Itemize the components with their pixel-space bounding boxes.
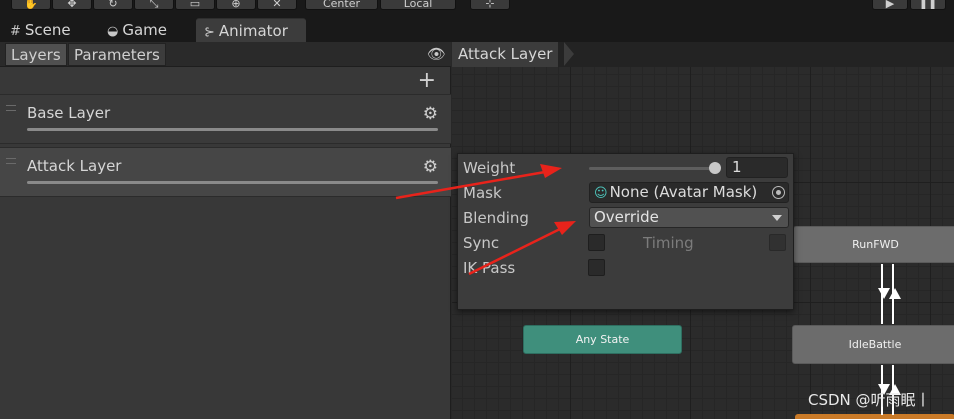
scale-icon: ⤡ xyxy=(149,0,159,9)
transform-tool-button[interactable]: ⊕ xyxy=(216,0,256,10)
unity-editor: ✋ ✥ ↻ ⤡ ▭ ⊕ ✕ Center Local ⊹ ▶ ❚❚ # Scene… xyxy=(0,0,954,419)
weight-slider[interactable] xyxy=(589,167,715,170)
layer-item-base[interactable]: Base Layer ⚙ xyxy=(0,94,451,144)
move-tool-button[interactable]: ✥ xyxy=(52,0,92,10)
mask-label: Mask xyxy=(463,184,502,202)
layer-name: Attack Layer xyxy=(27,157,122,175)
layer-weight-bar xyxy=(27,128,438,131)
gamepad-icon: ◒ xyxy=(107,24,119,39)
hand-tool-button[interactable]: ✋ xyxy=(11,0,51,10)
layer-name: Base Layer xyxy=(27,104,111,122)
sync-checkbox[interactable] xyxy=(588,234,605,251)
layers-parameters-tabs: Layers Parameters 👁 xyxy=(0,42,451,67)
rotate-tool-button[interactable]: ↻ xyxy=(93,0,133,10)
pause-icon: ❚❚ xyxy=(918,0,938,9)
layers-panel: Layers Parameters 👁 + Base Layer ⚙ Attac… xyxy=(0,42,451,419)
main-toolbar: ✋ ✥ ↻ ⤡ ▭ ⊕ ✕ Center Local ⊹ ▶ ❚❚ xyxy=(0,0,954,16)
state-node-runfwd[interactable]: RunFWD xyxy=(793,226,954,263)
layer-item-attack[interactable]: Attack Layer ⚙ xyxy=(0,147,451,197)
play-icon: ▶ xyxy=(885,0,895,9)
gear-icon[interactable]: ⚙ xyxy=(423,104,438,124)
state-node-idlebattle[interactable]: IdleBattle xyxy=(792,325,954,364)
ikpass-label: IK Pass xyxy=(463,259,516,277)
tab-scene[interactable]: # Scene xyxy=(2,18,98,42)
layer-weight-bar xyxy=(27,181,438,184)
add-layer-icon[interactable]: + xyxy=(418,70,436,92)
pivot-local-button[interactable]: Local xyxy=(380,0,456,10)
rect-tool-button[interactable]: ▭ xyxy=(175,0,215,10)
timing-label: Timing xyxy=(643,234,694,252)
tab-animator[interactable]: ⊱ Animator xyxy=(196,18,306,42)
state-node-any-state[interactable]: Any State xyxy=(523,325,682,354)
avatar-mask-icon: ☺ xyxy=(594,186,608,201)
tab-layers[interactable]: Layers xyxy=(5,43,67,66)
weight-field[interactable]: 1 xyxy=(726,157,788,178)
breadcrumb-arrow xyxy=(564,42,574,66)
custom-tool-button[interactable]: ✕ xyxy=(257,0,297,10)
snap-icon: ⊹ xyxy=(485,0,495,9)
weight-slider-knob[interactable] xyxy=(709,162,721,174)
grid-icon: # xyxy=(10,24,21,39)
gear-icon[interactable]: ⚙ xyxy=(423,157,438,177)
transform-icon: ⊕ xyxy=(231,0,241,9)
chevron-down-icon xyxy=(772,215,782,221)
watermark: CSDN @听雨眠丨 xyxy=(808,391,931,409)
tab-parameters[interactable]: Parameters xyxy=(68,43,166,66)
window-tabs: # Scene ◒ Game ⊱ Animator xyxy=(0,16,954,42)
hand-icon: ✋ xyxy=(24,0,38,9)
move-icon: ✥ xyxy=(67,0,77,9)
sync-label: Sync xyxy=(463,234,500,252)
tab-game[interactable]: ◒ Game xyxy=(99,18,195,42)
animator-icon: ⊱ xyxy=(204,25,215,40)
breadcrumb[interactable]: Attack Layer xyxy=(452,42,559,67)
snap-button[interactable]: ⊹ xyxy=(470,0,510,10)
object-picker-icon[interactable] xyxy=(772,186,785,199)
weight-label: Weight xyxy=(463,159,516,177)
drag-handle-icon[interactable] xyxy=(6,158,16,164)
eye-icon[interactable]: 👁 xyxy=(427,45,446,63)
transition-arrow-icon xyxy=(889,288,901,299)
scale-tool-button[interactable]: ⤡ xyxy=(134,0,174,10)
pause-button[interactable]: ❚❚ xyxy=(910,0,946,10)
blending-dropdown[interactable]: Override xyxy=(589,207,789,228)
play-button[interactable]: ▶ xyxy=(872,0,908,10)
timing-checkbox[interactable] xyxy=(769,234,786,251)
state-node-partial[interactable] xyxy=(795,414,954,419)
mask-field[interactable]: ☺ None (Avatar Mask) xyxy=(589,182,789,203)
rotate-icon: ↻ xyxy=(108,0,118,9)
drag-handle-icon[interactable] xyxy=(6,105,16,111)
tools-icon: ✕ xyxy=(272,0,282,9)
rect-icon: ▭ xyxy=(189,0,201,9)
layer-settings-popup: Weight 1 Mask ☺ None (Avatar Mask) Blendi… xyxy=(457,153,794,310)
blending-label: Blending xyxy=(463,209,529,227)
pivot-center-button[interactable]: Center xyxy=(305,0,378,10)
ikpass-checkbox[interactable] xyxy=(588,259,605,276)
